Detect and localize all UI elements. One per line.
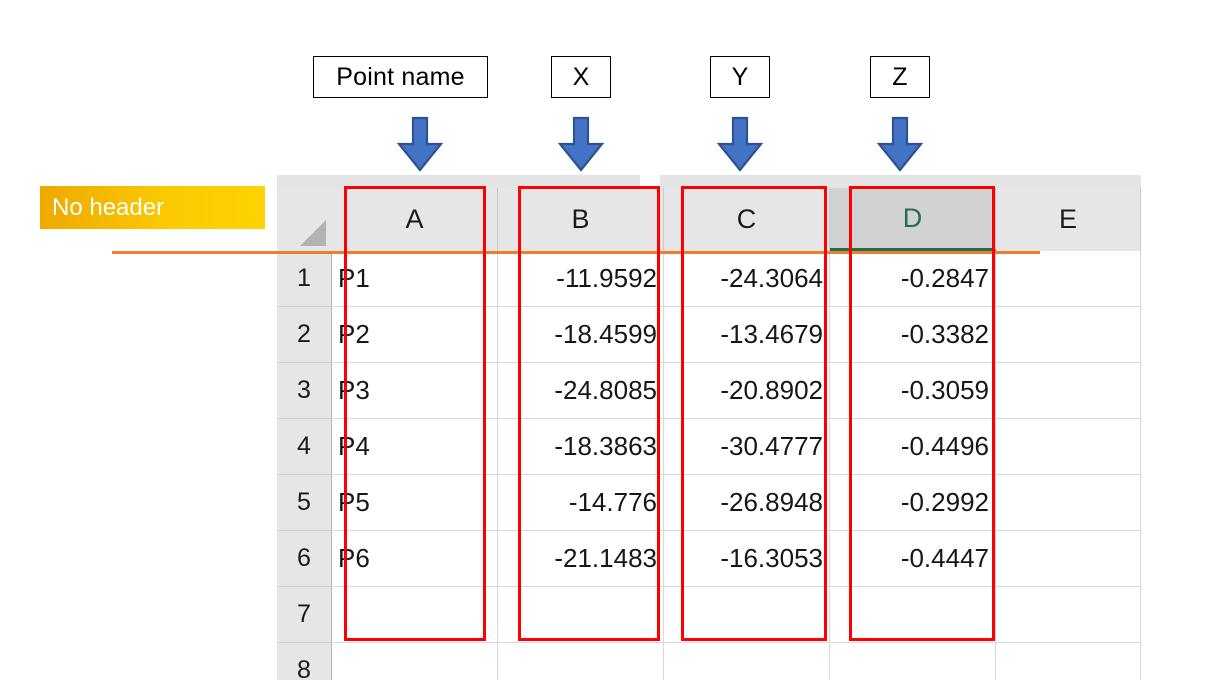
cell-e7[interactable] [996, 587, 1141, 643]
row-header-2[interactable]: 2 [277, 307, 332, 363]
cell-e6[interactable] [996, 531, 1141, 587]
arrow-down-icon-y [716, 116, 764, 172]
cell-d5[interactable]: -0.2992 [830, 475, 996, 531]
row-header-3[interactable]: 3 [277, 363, 332, 419]
cell-a7[interactable] [332, 587, 498, 643]
leader-line [112, 251, 1040, 254]
cell-a4[interactable]: P4 [332, 419, 498, 475]
cell-b7[interactable] [498, 587, 664, 643]
cell-e4[interactable] [996, 419, 1141, 475]
cell-d7[interactable] [830, 587, 996, 643]
row-header-4[interactable]: 4 [277, 419, 332, 475]
cell-b3[interactable]: -24.8085 [498, 363, 664, 419]
cell-a5[interactable]: P5 [332, 475, 498, 531]
cell-e2[interactable] [996, 307, 1141, 363]
callout-point-name: Point name [313, 56, 488, 98]
cell-c8[interactable] [664, 643, 830, 680]
cell-d1[interactable]: -0.2847 [830, 251, 996, 307]
sheet-top-band-right [660, 175, 1141, 188]
cell-b5[interactable]: -14.776 [498, 475, 664, 531]
row-header-6[interactable]: 6 [277, 531, 332, 587]
sheet-top-band-left [277, 175, 640, 188]
cell-d8[interactable] [830, 643, 996, 680]
arrow-down-icon-z [876, 116, 924, 172]
no-header-tag-label: No header [52, 193, 165, 221]
cell-b8[interactable] [498, 643, 664, 680]
column-header-a[interactable]: A [332, 188, 498, 251]
row-header-8[interactable]: 8 [277, 643, 332, 680]
cell-e3[interactable] [996, 363, 1141, 419]
select-all-corner[interactable] [277, 188, 332, 251]
column-header-e[interactable]: E [996, 188, 1141, 251]
arrow-down-icon-x [557, 116, 605, 172]
cell-a8[interactable] [332, 643, 498, 680]
callout-z: Z [870, 56, 930, 98]
cell-c4[interactable]: -30.4777 [664, 419, 830, 475]
no-header-tag: No header [40, 186, 265, 229]
cell-e8[interactable] [996, 643, 1141, 680]
cell-d3[interactable]: -0.3059 [830, 363, 996, 419]
cell-b1[interactable]: -11.9592 [498, 251, 664, 307]
cell-d6[interactable]: -0.4447 [830, 531, 996, 587]
cell-e1[interactable] [996, 251, 1141, 307]
cell-c6[interactable]: -16.3053 [664, 531, 830, 587]
cell-c5[interactable]: -26.8948 [664, 475, 830, 531]
arrow-down-icon-point-name [396, 116, 444, 172]
cell-a1[interactable]: P1 [332, 251, 498, 307]
row-header-5[interactable]: 5 [277, 475, 332, 531]
column-header-d[interactable]: D [830, 188, 996, 251]
cell-c2[interactable]: -13.4679 [664, 307, 830, 363]
cell-c3[interactable]: -20.8902 [664, 363, 830, 419]
cell-a2[interactable]: P2 [332, 307, 498, 363]
callout-x: X [551, 56, 611, 98]
cell-b2[interactable]: -18.4599 [498, 307, 664, 363]
cell-b4[interactable]: -18.3863 [498, 419, 664, 475]
cell-d4[interactable]: -0.4496 [830, 419, 996, 475]
cell-c1[interactable]: -24.3064 [664, 251, 830, 307]
cell-c7[interactable] [664, 587, 830, 643]
row-header-1[interactable]: 1 [277, 251, 332, 307]
cell-e5[interactable] [996, 475, 1141, 531]
cell-d2[interactable]: -0.3382 [830, 307, 996, 363]
callout-y: Y [710, 56, 770, 98]
row-header-7[interactable]: 7 [277, 587, 332, 643]
cell-a3[interactable]: P3 [332, 363, 498, 419]
column-header-b[interactable]: B [498, 188, 664, 251]
cell-b6[interactable]: -21.1483 [498, 531, 664, 587]
cell-a6[interactable]: P6 [332, 531, 498, 587]
screenshot-root: Point name X Y Z No header A B C D E 1 2… [0, 0, 1211, 680]
select-all-triangle-icon [300, 220, 326, 246]
column-header-c[interactable]: C [664, 188, 830, 251]
